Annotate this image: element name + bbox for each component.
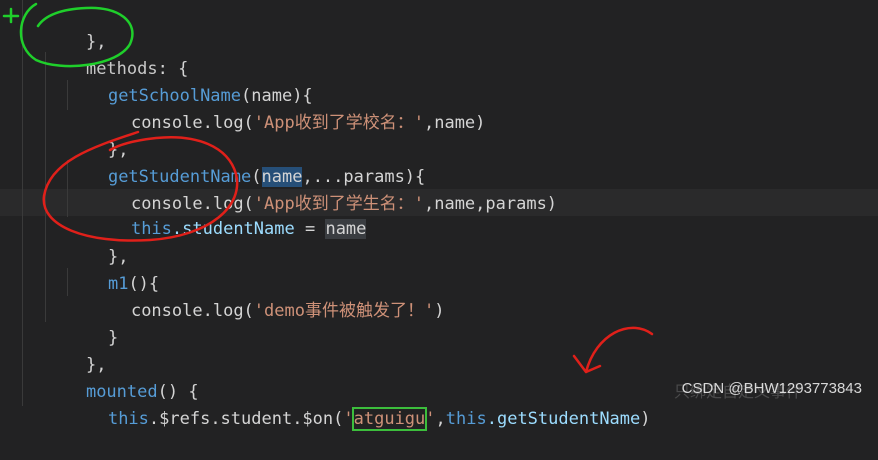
quote-open: ' bbox=[343, 409, 354, 429]
red-circle-annotation bbox=[42, 130, 239, 242]
code-editor[interactable]: }, methods: { getSchoolName(name){ conso… bbox=[0, 0, 878, 431]
this-keyword: this bbox=[445, 409, 487, 429]
paren-close: ) bbox=[640, 409, 651, 429]
this-keyword: this bbox=[107, 409, 149, 429]
event-name-string: atguigu bbox=[351, 407, 428, 431]
comma: , bbox=[435, 409, 446, 429]
property-name: .getStudentName bbox=[486, 409, 641, 429]
refs-call: .$refs.student.$on( bbox=[148, 409, 344, 429]
watermark: CSDN @BHW1293773843 bbox=[681, 380, 862, 397]
red-arrow-annotation bbox=[572, 326, 654, 374]
annotation-layer bbox=[2, 2, 654, 374]
green-circle-annotation bbox=[19, 2, 134, 68]
quote-close: ' bbox=[425, 409, 436, 429]
green-plus-mark bbox=[2, 7, 20, 24]
